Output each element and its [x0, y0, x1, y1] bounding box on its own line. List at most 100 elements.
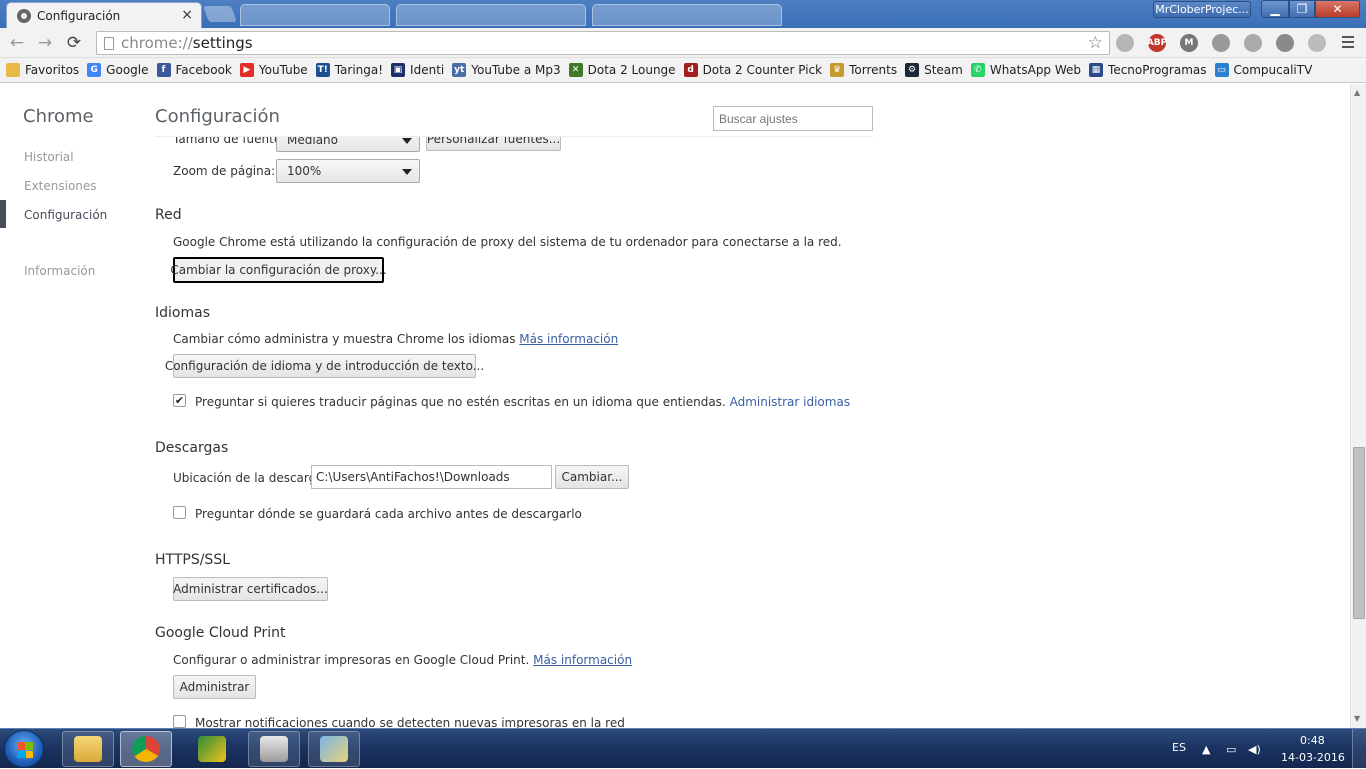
clock-time[interactable]: 0:48 [1300, 734, 1325, 747]
bookmark-label: YouTube a Mp3 [471, 63, 561, 77]
taskbar-media[interactable] [248, 731, 300, 767]
sidebar-item-extensiones[interactable]: Extensiones [24, 179, 97, 193]
bookmark-item[interactable]: ✆ WhatsApp Web [970, 63, 1081, 77]
bookmark-item[interactable]: T! Taringa! [315, 63, 383, 77]
taskbar-chrome[interactable] [120, 731, 172, 767]
bookmark-item[interactable]: ♛ Torrents [830, 63, 897, 77]
extension-icon[interactable]: M [1180, 34, 1198, 52]
extension-icon[interactable] [1308, 34, 1326, 52]
google-icon: G [87, 63, 102, 77]
forward-arrow-icon[interactable]: → [35, 33, 55, 53]
url-path: settings [192, 34, 253, 52]
close-window-button[interactable]: ✕ [1315, 0, 1360, 18]
back-arrow-icon[interactable]: ← [7, 33, 27, 53]
extension-icon[interactable] [1276, 34, 1294, 52]
tab-strip: Configuración × MrCloberProjec... ▁ ❐ ✕ [0, 0, 1366, 28]
tab-background[interactable] [240, 4, 390, 26]
media-player-icon [260, 736, 288, 762]
page-scrollbar[interactable]: ▲ ▼ [1350, 84, 1366, 728]
scroll-down-arrow-icon[interactable]: ▼ [1354, 714, 1360, 723]
youtube-icon: ▶ [239, 63, 254, 77]
section-title-cloud-print: Google Cloud Print [155, 625, 286, 641]
change-proxy-button[interactable]: Cambiar la configuración de proxy... [170, 257, 387, 283]
bookmark-label: Facebook [175, 63, 232, 77]
maximize-button[interactable]: ❐ [1289, 0, 1315, 18]
languages-more-info-link[interactable]: Más información [519, 332, 618, 346]
scroll-up-arrow-icon[interactable]: ▲ [1354, 88, 1360, 97]
bookmark-item[interactable]: ▭ CompucaliTV [1214, 63, 1313, 77]
page-zoom-label: Zoom de página: [173, 164, 276, 178]
language-indicator[interactable]: ES [1172, 741, 1186, 754]
language-settings-button[interactable]: Configuración de idioma y de introducció… [165, 354, 484, 378]
extension-icon[interactable] [1212, 34, 1230, 52]
steam-icon: ⚙ [905, 63, 920, 77]
address-bar[interactable]: chrome://settings ☆ [96, 31, 1110, 55]
section-title-https: HTTPS/SSL [155, 552, 231, 568]
url-scheme: chrome:// [121, 34, 193, 52]
manage-certificates-button[interactable]: Administrar certificados... [173, 577, 328, 601]
bookmark-item[interactable]: ▦ TecnoProgramas [1089, 63, 1207, 77]
printer-notifications-checkbox[interactable] [173, 715, 186, 728]
bookmark-star-icon[interactable]: ☆ [1088, 33, 1103, 53]
mp3-icon: yt [452, 63, 467, 77]
cloud-print-more-info-link[interactable]: Más información [533, 653, 632, 667]
taskbar-paint[interactable] [308, 731, 360, 767]
tab-close-icon[interactable]: × [181, 7, 193, 23]
bookmark-item[interactable]: ✕ Dota 2 Lounge [568, 63, 676, 77]
manage-languages-link[interactable]: Administrar idiomas [730, 395, 851, 409]
torrents-icon: ♛ [830, 63, 845, 77]
bookmark-item[interactable]: ⚙ Steam [905, 63, 963, 77]
tecnoprogramas-icon: ▦ [1089, 63, 1104, 77]
bookmark-label: CompucaliTV [1233, 63, 1313, 77]
download-location-label: Ubicación de la descarga: [173, 471, 328, 485]
search-input[interactable] [713, 106, 873, 131]
network-icon[interactable]: ▭ [1226, 743, 1240, 756]
download-location-field[interactable]: C:\Users\AntiFachos!\Downloads [311, 465, 552, 489]
bookmark-item[interactable]: G Google [87, 63, 149, 77]
sidebar-item-historial[interactable]: Historial [24, 150, 74, 164]
extension-icon[interactable]: ABP [1147, 34, 1167, 52]
folder-icon [6, 63, 20, 77]
extension-icon[interactable] [1244, 34, 1262, 52]
browser-toolbar: ← → ⟳ chrome://settings ☆ ABP M [0, 28, 1366, 58]
start-button[interactable] [4, 730, 44, 768]
clock-date[interactable]: 14-03-2016 [1281, 751, 1345, 764]
sidebar-title: Chrome [23, 106, 94, 127]
bookmark-item[interactable]: d Dota 2 Counter Pick [683, 63, 822, 77]
bookmark-item[interactable]: f Facebook [156, 63, 232, 77]
compucalitv-icon: ▭ [1214, 63, 1229, 77]
sidebar-item-informacion[interactable]: Información [24, 264, 95, 278]
ask-download-location-checkbox[interactable] [173, 506, 186, 519]
bookmark-item[interactable]: ▶ YouTube [239, 63, 308, 77]
cloud-print-manage-button[interactable]: Administrar [173, 675, 256, 699]
page-zoom-select[interactable]: 100% [276, 159, 420, 183]
minimize-button[interactable]: ▁ [1261, 0, 1289, 18]
scrollbar-thumb[interactable] [1353, 447, 1365, 619]
tab-background[interactable] [592, 4, 782, 26]
translate-checkbox[interactable]: ✔ [173, 394, 186, 407]
cloud-print-description: Configurar o administrar impresoras en G… [173, 653, 632, 667]
chrome-menu-icon[interactable] [1342, 36, 1354, 48]
show-hidden-icons-icon[interactable]: ▲ [1202, 743, 1216, 756]
profile-button[interactable]: MrCloberProjec... [1153, 1, 1251, 18]
show-desktop-button[interactable] [1352, 729, 1366, 769]
translate-label-row: Preguntar si quieres traducir páginas qu… [195, 395, 850, 409]
languages-description: Cambiar cómo administra y muestra Chrome… [173, 332, 618, 346]
sidebar-item-configuracion[interactable]: Configuración [24, 208, 107, 222]
change-download-location-button[interactable]: Cambiar... [555, 465, 629, 489]
reload-icon[interactable]: ⟳ [64, 33, 84, 53]
settings-page: Chrome Historial Extensiones Configuraci… [0, 84, 1350, 728]
bookmark-label: Torrents [849, 63, 898, 77]
taskbar-explorer[interactable] [62, 731, 114, 767]
volume-icon[interactable]: ◀) [1248, 743, 1262, 756]
bookmark-item[interactable]: Favoritos [6, 63, 79, 77]
ask-download-location-label: Preguntar dónde se guardará cada archivo… [195, 507, 582, 521]
taskbar-idm[interactable] [186, 731, 238, 767]
bookmark-item[interactable]: ▣ Identi [391, 63, 444, 77]
bookmark-label: Steam [924, 63, 963, 77]
extension-icon[interactable] [1116, 34, 1134, 52]
tab-settings[interactable]: Configuración × [6, 2, 202, 28]
new-tab-button[interactable] [203, 6, 237, 22]
tab-background[interactable] [396, 4, 586, 26]
bookmark-item[interactable]: yt YouTube a Mp3 [452, 63, 561, 77]
